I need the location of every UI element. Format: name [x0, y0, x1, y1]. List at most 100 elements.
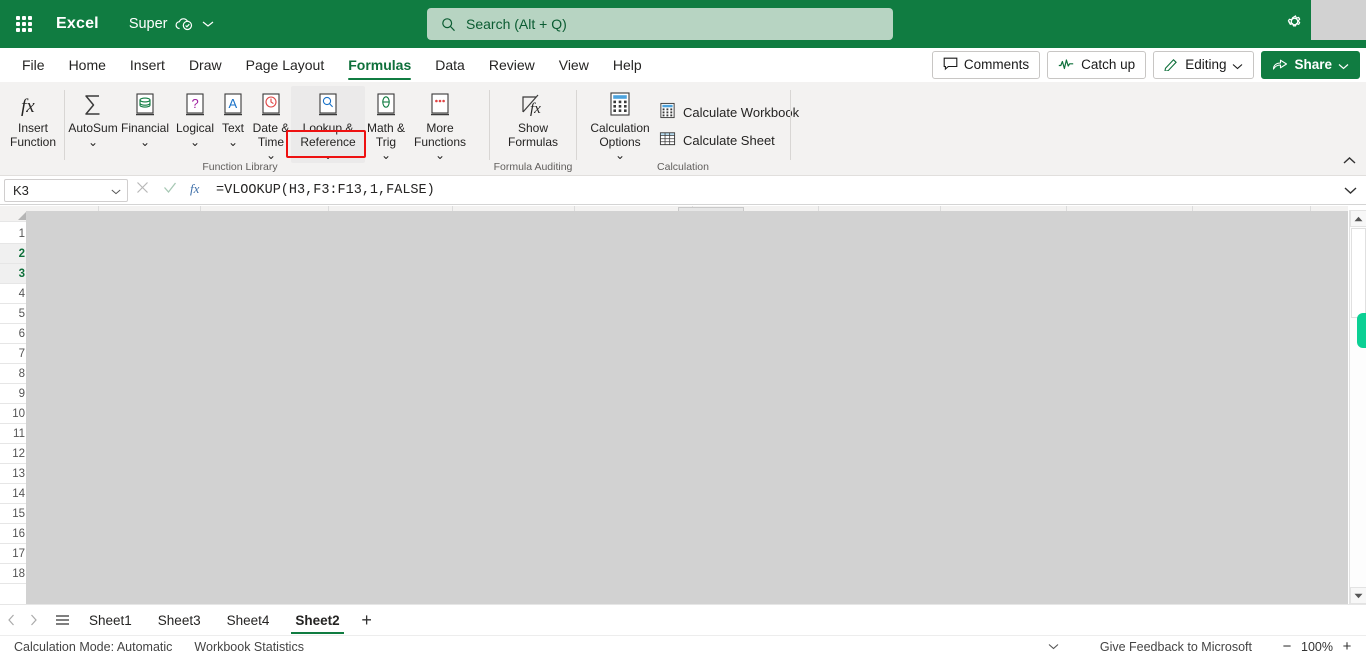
- horizontal-scrollbar[interactable]: [26, 591, 1348, 604]
- sheet-tab-sheet3[interactable]: Sheet3: [145, 605, 214, 635]
- chevron-down-icon[interactable]: ⌄: [190, 135, 200, 150]
- chevron-down-icon[interactable]: ⌄: [228, 135, 238, 150]
- comments-button[interactable]: Comments: [931, 51, 1041, 79]
- document-name[interactable]: Super: [129, 16, 168, 32]
- tab-file[interactable]: File: [10, 48, 57, 82]
- chevron-down-icon[interactable]: ⌄: [88, 135, 98, 150]
- document-menu-chevron-down-icon[interactable]: [202, 20, 214, 28]
- status-options-chevron-down-icon[interactable]: [1042, 636, 1066, 657]
- text-book-icon: A: [221, 88, 245, 122]
- group-label-function-library: Function Library: [202, 161, 278, 173]
- vertical-scrollbar-thumb[interactable]: [1351, 228, 1366, 318]
- vertical-scrollbar[interactable]: [1349, 210, 1366, 604]
- waffle-icon: [16, 16, 32, 32]
- account-avatar[interactable]: [1311, 0, 1366, 40]
- formula-input[interactable]: =VLOOKUP(H3,F3:F13,1,FALSE): [212, 179, 1337, 202]
- tab-view[interactable]: View: [547, 48, 601, 82]
- sheet-tab-sheet1[interactable]: Sheet1: [76, 605, 145, 635]
- previous-sheet-button[interactable]: [0, 607, 22, 633]
- cancel-edit-button[interactable]: [128, 179, 156, 202]
- activity-line-icon: [1058, 58, 1075, 73]
- sheet-tab-sheet2[interactable]: Sheet2: [282, 605, 352, 635]
- calculate-workbook-button[interactable]: Calculate Workbook: [659, 102, 799, 122]
- ribbon-group-function-library: fx Insert Function AutoSum ⌄ Financial ⌄: [0, 82, 489, 176]
- name-box[interactable]: K3: [4, 178, 128, 202]
- logical-button[interactable]: ? Logical ⌄: [170, 86, 220, 149]
- chevron-down-icon[interactable]: ⌄: [435, 148, 445, 163]
- show-formulas-icon: fx: [518, 88, 548, 122]
- lookup-reference-label: Lookup & Reference: [300, 121, 356, 149]
- add-sheet-button[interactable]: +: [353, 607, 381, 633]
- calculation-options-button[interactable]: Calculation Options ⌄: [583, 86, 657, 163]
- expand-formula-bar-button[interactable]: [1337, 179, 1363, 202]
- comment-bubble-icon: [943, 57, 958, 74]
- svg-text:fx: fx: [190, 181, 200, 196]
- tab-insert[interactable]: Insert: [118, 48, 177, 82]
- text-button[interactable]: A Text ⌄: [216, 86, 250, 149]
- search-input[interactable]: Search (Alt + Q): [427, 8, 893, 40]
- brand-label[interactable]: Excel: [56, 15, 99, 33]
- chevron-down-icon: [111, 183, 121, 198]
- calculate-workbook-icon: [659, 102, 676, 122]
- autosum-label: AutoSum: [68, 121, 118, 135]
- chevron-down-icon[interactable]: ⌄: [381, 148, 391, 163]
- calculate-sheet-button[interactable]: Calculate Sheet: [659, 130, 775, 150]
- all-sheets-menu-button[interactable]: [48, 607, 76, 633]
- zoom-in-button[interactable]: +: [1334, 636, 1360, 657]
- tab-formulas[interactable]: Formulas: [336, 48, 423, 82]
- workbook-statistics-button[interactable]: Workbook Statistics: [194, 640, 304, 654]
- settings-button[interactable]: [1278, 8, 1310, 40]
- tab-data[interactable]: Data: [423, 48, 477, 82]
- tab-page-layout[interactable]: Page Layout: [234, 48, 337, 82]
- document-title-group: Super: [99, 16, 214, 32]
- svg-text:fx: fx: [21, 96, 35, 117]
- insert-function-fx-button[interactable]: fx: [184, 179, 212, 202]
- more-functions-button[interactable]: More Functions ⌄: [408, 86, 472, 163]
- next-sheet-button[interactable]: [22, 607, 44, 633]
- financial-book-icon: [133, 88, 157, 122]
- logical-book-icon: ?: [183, 88, 207, 122]
- financial-button[interactable]: Financial ⌄: [118, 86, 172, 149]
- zoom-level[interactable]: 100%: [1300, 640, 1334, 654]
- ribbon-group-formula-auditing: fx Show Formulas Formula Auditing: [490, 82, 576, 176]
- logical-label: Logical: [175, 121, 215, 135]
- more-functions-book-icon: [428, 88, 452, 122]
- tab-review[interactable]: Review: [477, 48, 547, 82]
- lookup-reference-button[interactable]: Lookup & Reference ⌄: [291, 86, 365, 163]
- svg-text:A: A: [229, 96, 238, 111]
- name-box-value: K3: [13, 182, 29, 198]
- scroll-down-button[interactable]: [1350, 587, 1366, 604]
- chevron-down-icon[interactable]: ⌄: [140, 135, 150, 150]
- zoom-out-button[interactable]: −: [1274, 636, 1300, 657]
- show-formulas-button[interactable]: fx Show Formulas: [498, 86, 568, 149]
- collapse-ribbon-button[interactable]: [1340, 152, 1358, 168]
- fx-icon: fx: [18, 88, 48, 122]
- title-bar: Excel Super Search (Alt + Q): [0, 0, 1366, 48]
- ribbon-group-calculation: Calculation Options ⌄ Calculate Workbook…: [577, 82, 799, 176]
- cloud-saved-icon[interactable]: [175, 17, 193, 31]
- date-time-button[interactable]: Date & Time ⌄: [248, 86, 294, 163]
- share-button[interactable]: Share: [1261, 51, 1360, 79]
- calculate-workbook-label: Calculate Workbook: [683, 104, 800, 120]
- tab-draw[interactable]: Draw: [177, 48, 234, 82]
- sheet-tab-sheet4[interactable]: Sheet4: [214, 605, 283, 635]
- calculate-sheet-icon: [659, 130, 676, 150]
- give-feedback-button[interactable]: Give Feedback to Microsoft: [1100, 640, 1252, 654]
- math-trig-button[interactable]: Math & Trig ⌄: [362, 86, 410, 163]
- calculation-mode-status[interactable]: Calculation Mode: Automatic: [14, 640, 172, 654]
- lookup-reference-book-icon: [316, 88, 340, 122]
- accent-marker: [1357, 313, 1366, 348]
- catch-up-button[interactable]: Catch up: [1047, 51, 1147, 79]
- tab-home[interactable]: Home: [57, 48, 118, 82]
- confirm-edit-button[interactable]: [156, 179, 184, 202]
- tab-help[interactable]: Help: [601, 48, 654, 82]
- status-bar: Calculation Mode: Automatic Workbook Sta…: [0, 635, 1366, 657]
- insert-function-button[interactable]: fx Insert Function: [5, 86, 61, 149]
- share-icon: [1272, 57, 1288, 74]
- app-launcher-button[interactable]: [0, 0, 48, 48]
- editing-button[interactable]: Editing: [1153, 51, 1255, 79]
- chevron-down-icon: [1232, 58, 1243, 73]
- catch-up-label: Catch up: [1081, 57, 1136, 73]
- scroll-up-button[interactable]: [1350, 210, 1366, 227]
- autosum-button[interactable]: AutoSum ⌄: [68, 86, 118, 149]
